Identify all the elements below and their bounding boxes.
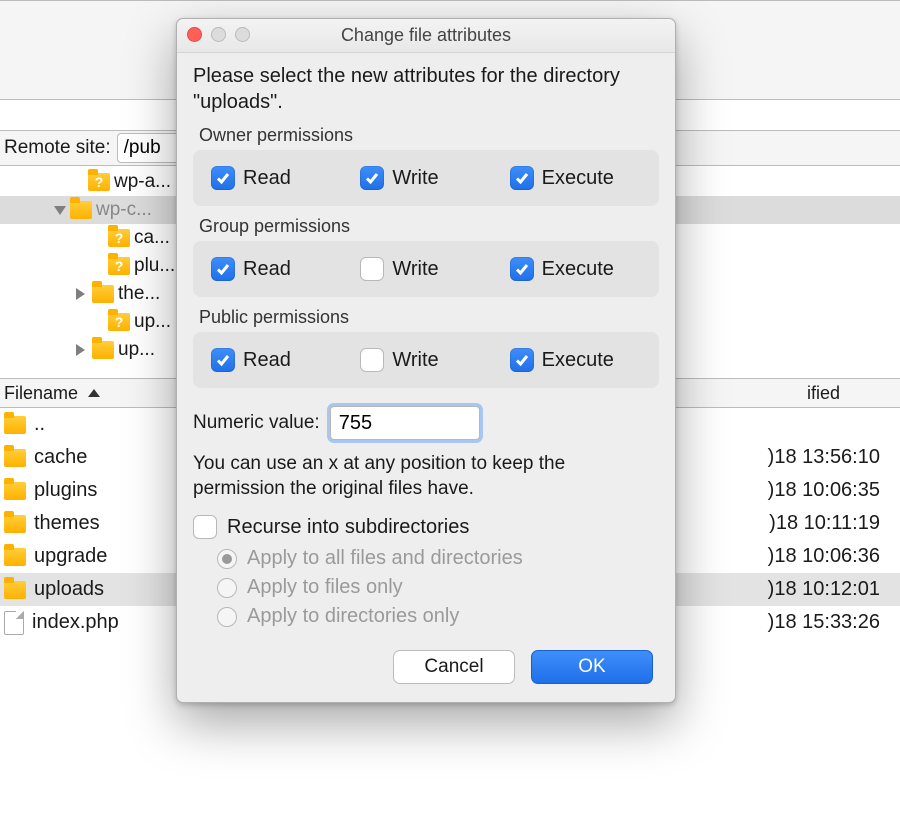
dialog-instruction: Please select the new attributes for the… (193, 63, 659, 115)
file-timestamp: )18 10:11:19 (769, 512, 880, 535)
recurse-options: Apply to all files and directories Apply… (217, 547, 659, 628)
file-name: .. (34, 413, 45, 436)
remote-site-label: Remote site: (4, 137, 111, 159)
folder-icon: ? (108, 313, 130, 331)
group-execute-label: Execute (542, 258, 614, 281)
tree-item-label: plu... (134, 255, 175, 277)
owner-write-label: Write (392, 167, 438, 190)
owner-permissions-box: Read Write Execute (193, 150, 659, 206)
group-permissions-label: Group permissions (199, 216, 659, 237)
tree-item-label: wp-a... (114, 171, 171, 193)
public-permissions-label: Public permissions (199, 307, 659, 328)
tree-item-label: wp-c... (96, 199, 152, 221)
column-modified-fragment[interactable]: ified (807, 383, 840, 404)
tree-item-label: ca... (134, 227, 170, 249)
radio-apply-dirs-label: Apply to directories only (247, 605, 459, 628)
public-execute-label: Execute (542, 349, 614, 372)
file-timestamp: )18 10:12:01 (768, 578, 880, 601)
numeric-value-label: Numeric value: (193, 412, 320, 434)
chevron-down-icon[interactable] (54, 206, 66, 215)
file-icon (4, 611, 24, 635)
tree-item-label: the... (118, 283, 160, 305)
folder-icon (4, 581, 26, 599)
unknown-badge-icon: ? (88, 173, 110, 191)
group-write-checkbox[interactable] (360, 257, 384, 281)
numeric-value-input[interactable] (330, 406, 480, 440)
folder-icon: ? (88, 173, 110, 191)
folder-icon (4, 515, 26, 533)
chevron-right-icon[interactable] (76, 344, 88, 356)
radio-apply-files-label: Apply to files only (247, 576, 403, 599)
radio-apply-all-label: Apply to all files and directories (247, 547, 523, 570)
file-name: plugins (34, 479, 97, 502)
folder-icon (92, 341, 114, 359)
public-execute-checkbox[interactable] (510, 348, 534, 372)
group-read-label: Read (243, 258, 291, 281)
column-filename[interactable]: Filename (4, 383, 78, 404)
owner-permissions-label: Owner permissions (199, 125, 659, 146)
window-controls (187, 27, 250, 42)
owner-read-checkbox[interactable] (211, 166, 235, 190)
radio-apply-dirs (217, 607, 237, 627)
public-read-label: Read (243, 349, 291, 372)
folder-icon (4, 416, 26, 434)
unknown-badge-icon: ? (108, 257, 130, 275)
dialog-title: Change file attributes (341, 25, 511, 46)
folder-icon (4, 548, 26, 566)
chevron-right-icon[interactable] (76, 288, 88, 300)
recurse-label: Recurse into subdirectories (227, 516, 469, 539)
public-read-checkbox[interactable] (211, 348, 235, 372)
owner-execute-label: Execute (542, 167, 614, 190)
owner-write-checkbox[interactable] (360, 166, 384, 190)
folder-icon (70, 201, 92, 219)
owner-execute-checkbox[interactable] (510, 166, 534, 190)
cancel-button[interactable]: Cancel (393, 650, 515, 684)
folder-icon (4, 449, 26, 467)
file-timestamp: )18 13:56:10 (768, 446, 880, 469)
zoom-icon (235, 27, 250, 42)
file-name: themes (34, 512, 100, 535)
group-execute-checkbox[interactable] (510, 257, 534, 281)
tree-item-label: up... (118, 339, 155, 361)
folder-icon: ? (108, 257, 130, 275)
unknown-badge-icon: ? (108, 313, 130, 331)
public-write-label: Write (392, 349, 438, 372)
ok-button[interactable]: OK (531, 650, 653, 684)
file-timestamp: )18 15:33:26 (768, 611, 880, 634)
file-name: uploads (34, 578, 104, 601)
change-file-attributes-dialog: Change file attributes Please select the… (176, 18, 676, 703)
tree-item-label: up... (134, 311, 171, 333)
group-write-label: Write (392, 258, 438, 281)
recurse-checkbox[interactable] (193, 515, 217, 539)
file-timestamp: )18 10:06:36 (768, 545, 880, 568)
folder-icon (92, 285, 114, 303)
radio-apply-all (217, 549, 237, 569)
close-icon[interactable] (187, 27, 202, 42)
public-write-checkbox[interactable] (360, 348, 384, 372)
file-name: upgrade (34, 545, 107, 568)
file-timestamp: )18 10:06:35 (768, 479, 880, 502)
sort-ascending-icon (88, 389, 100, 397)
dialog-titlebar: Change file attributes (177, 19, 675, 53)
numeric-hint: You can use an x at any position to keep… (193, 452, 659, 501)
group-read-checkbox[interactable] (211, 257, 235, 281)
unknown-badge-icon: ? (108, 229, 130, 247)
folder-icon: ? (108, 229, 130, 247)
file-name: cache (34, 446, 87, 469)
file-name: index.php (32, 611, 119, 634)
radio-apply-files (217, 578, 237, 598)
public-permissions-box: Read Write Execute (193, 332, 659, 388)
folder-icon (4, 482, 26, 500)
minimize-icon (211, 27, 226, 42)
group-permissions-box: Read Write Execute (193, 241, 659, 297)
owner-read-label: Read (243, 167, 291, 190)
